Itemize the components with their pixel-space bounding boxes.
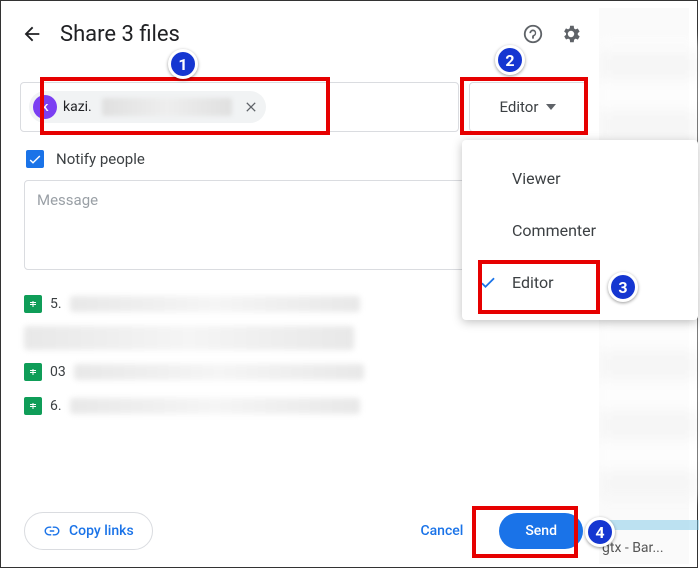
chevron-down-icon — [546, 104, 556, 110]
chip-redacted — [102, 98, 232, 116]
annotation-marker-4: 4 — [585, 517, 615, 547]
sheets-icon — [24, 363, 42, 381]
sheets-icon — [24, 397, 42, 415]
copy-links-button[interactable]: Copy links — [24, 512, 153, 550]
file-name-redacted — [70, 398, 360, 414]
file-row-redacted — [24, 326, 354, 350]
file-name-prefix: 5. — [50, 296, 62, 312]
check-icon — [478, 272, 498, 292]
people-row: k kazi. Editor — [20, 82, 587, 132]
background-truncated-text: gtx - Bar... — [602, 540, 664, 556]
sheets-icon — [24, 295, 42, 313]
chip-avatar: k — [33, 95, 57, 119]
help-icon[interactable] — [521, 22, 545, 46]
chip-label: kazi. — [63, 99, 92, 115]
person-chip[interactable]: k kazi. — [29, 91, 266, 123]
file-name-redacted — [70, 296, 360, 312]
annotation-marker-1: 1 — [168, 49, 198, 79]
file-row: 03 — [24, 360, 583, 384]
annotation-marker-3: 3 — [608, 272, 638, 302]
header-icon-group — [521, 22, 583, 46]
copy-links-label: Copy links — [69, 523, 134, 539]
link-icon — [43, 522, 61, 540]
role-select-label: Editor — [500, 98, 539, 116]
file-name-prefix: 03 — [50, 364, 66, 380]
file-row: 6. — [24, 394, 583, 418]
chip-remove-icon[interactable] — [242, 98, 260, 116]
file-name-prefix: 6. — [50, 398, 62, 414]
cancel-button[interactable]: Cancel — [410, 515, 473, 547]
role-option-label: Editor — [512, 273, 553, 292]
back-arrow-icon[interactable] — [20, 22, 44, 46]
people-input[interactable]: k kazi. — [20, 82, 459, 132]
dialog-title: Share 3 files — [60, 22, 505, 47]
role-option-viewer[interactable]: Viewer — [462, 152, 698, 204]
send-button[interactable]: Send — [499, 513, 583, 549]
role-option-label: Commenter — [512, 221, 596, 240]
role-option-label: Viewer — [512, 169, 561, 188]
role-dropdown: Viewer Commenter Editor — [462, 140, 698, 320]
annotation-marker-2: 2 — [495, 45, 525, 75]
role-option-commenter[interactable]: Commenter — [462, 204, 698, 256]
dialog-footer: Copy links Cancel Send — [24, 512, 583, 550]
file-name-redacted — [74, 364, 364, 380]
gear-icon[interactable] — [559, 22, 583, 46]
notify-checkbox[interactable] — [26, 150, 44, 168]
role-option-editor[interactable]: Editor — [462, 256, 698, 308]
notify-label: Notify people — [56, 150, 145, 168]
role-select[interactable]: Editor — [469, 82, 587, 132]
